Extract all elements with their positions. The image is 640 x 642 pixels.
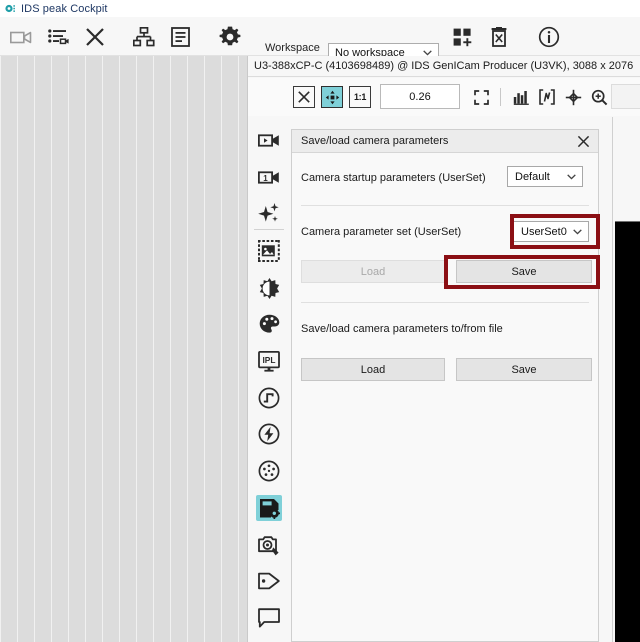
sparkles-icon xyxy=(258,202,280,224)
log-icon[interactable] xyxy=(167,25,193,49)
histogram-icon[interactable] xyxy=(510,86,532,108)
parameter-set-label: Camera parameter set (UserSet) xyxy=(301,226,462,238)
dialog-divider-1 xyxy=(301,205,589,206)
one-to-one-button[interactable]: 1:1 xyxy=(349,86,371,108)
dialog-header: Save/load camera parameters xyxy=(292,130,598,153)
sidebar-item-io[interactable] xyxy=(256,458,282,484)
save-to-file-button[interactable]: Save xyxy=(456,358,592,381)
sidebar-item-save-load-parameters[interactable] xyxy=(256,495,282,521)
load-from-file-label: Load xyxy=(360,363,386,376)
sidebar-item-snapshot[interactable] xyxy=(256,532,282,558)
fullscreen-icon[interactable] xyxy=(470,86,492,108)
trigger-step-icon xyxy=(258,387,280,409)
load-userset-button[interactable]: Load xyxy=(301,260,445,283)
sidebar-separator xyxy=(254,229,284,230)
io-connector-icon xyxy=(258,460,280,482)
panel-right-edge xyxy=(612,117,613,642)
svg-text:IPL: IPL xyxy=(262,355,275,365)
sidebar-item-tags[interactable] xyxy=(256,568,282,594)
camera-list-icon[interactable] xyxy=(46,25,72,49)
dialog-divider-2 xyxy=(301,302,589,303)
sidebar-item-trigger[interactable] xyxy=(256,385,282,411)
save-userset-button[interactable]: Save xyxy=(456,260,592,283)
magnifier-icon[interactable] xyxy=(588,86,610,108)
toolbar-separator xyxy=(500,88,501,106)
sidebar-item-acquisition[interactable] xyxy=(256,127,282,153)
zoom-none-icon[interactable] xyxy=(293,86,315,108)
zoom-value-text: 0.26 xyxy=(409,90,431,103)
sidebar-strip: 1 IPL xyxy=(249,117,289,642)
video-play-icon xyxy=(258,133,280,148)
close-camera-icon[interactable] xyxy=(82,25,108,49)
dialog-title: Save/load camera parameters xyxy=(301,135,449,147)
add-workspace-icon[interactable] xyxy=(450,25,476,49)
image-canvas[interactable] xyxy=(0,56,248,642)
sidebar-item-comments[interactable] xyxy=(256,605,282,631)
sidebar-item-roi[interactable] xyxy=(256,238,282,264)
device-tree-icon[interactable] xyxy=(131,25,157,49)
sidebar-item-brightness[interactable] xyxy=(256,275,282,301)
palette-icon xyxy=(259,314,280,334)
file-section-title: Save/load camera parameters to/from file xyxy=(301,323,503,335)
contrast-icon xyxy=(259,277,280,299)
delete-workspace-icon[interactable] xyxy=(486,25,512,49)
camera-info-bar: U3-388xCP-C (4103698489) @ IDS GenICam P… xyxy=(248,56,640,77)
chevron-down-icon xyxy=(573,228,582,235)
save-settings-icon xyxy=(259,498,280,519)
flash-icon xyxy=(258,423,280,445)
camera-snapshot-icon xyxy=(258,535,280,556)
comment-icon xyxy=(258,608,280,628)
load-userset-label: Load xyxy=(360,265,386,278)
chevron-down-icon xyxy=(567,173,576,180)
settings-gear-icon[interactable] xyxy=(217,25,243,49)
one-to-one-label: 1:1 xyxy=(353,92,367,102)
info-icon[interactable] xyxy=(536,25,562,49)
load-from-file-button[interactable]: Load xyxy=(301,358,445,381)
main-toolbar: Workspace No workspace xyxy=(0,17,640,63)
save-userset-label: Save xyxy=(511,265,537,278)
title-bar: IDS peak Cockpit xyxy=(0,0,640,17)
image-roi-icon xyxy=(258,240,280,262)
sidebar-item-single-frame[interactable]: 1 xyxy=(256,164,282,190)
line-profile-icon[interactable] xyxy=(536,86,558,108)
preview-black-region xyxy=(615,221,640,642)
startup-parameters-select[interactable]: Default xyxy=(507,166,583,187)
sidebar-item-color[interactable] xyxy=(256,311,282,337)
workspace-label: Workspace xyxy=(265,42,320,54)
save-to-file-label: Save xyxy=(511,363,537,376)
camera-info-text: U3-388xCP-C (4103698489) @ IDS GenICam P… xyxy=(254,60,634,72)
startup-parameters-label: Camera startup parameters (UserSet) xyxy=(301,172,486,184)
counter-input[interactable]: 1 xyxy=(611,84,640,109)
fit-to-window-icon[interactable] xyxy=(321,86,343,108)
tag-icon xyxy=(258,572,280,590)
parameter-set-select[interactable]: UserSet0 xyxy=(513,221,589,242)
startup-parameters-value: Default xyxy=(515,170,550,183)
app-window: IDS peak Cockpit Workspace No workspace … xyxy=(0,0,640,642)
view-toolbar: 1:1 0.26 xyxy=(248,78,640,116)
video-single-frame-icon: 1 xyxy=(258,170,280,185)
ids-logo-icon xyxy=(5,3,16,14)
ipl-icon: IPL xyxy=(258,350,280,372)
zoom-value-input[interactable]: 0.26 xyxy=(380,84,460,109)
parameter-set-value: UserSet0 xyxy=(521,225,567,238)
sidebar-item-flash[interactable] xyxy=(256,421,282,447)
window-title: IDS peak Cockpit xyxy=(21,2,108,15)
sidebar-item-ipl[interactable]: IPL xyxy=(256,348,282,374)
sidebar-item-auto-features[interactable] xyxy=(256,200,282,226)
svg-text:1: 1 xyxy=(263,174,268,183)
save-load-parameters-dialog: Save/load camera parameters Camera start… xyxy=(291,129,599,642)
crosshair-icon[interactable] xyxy=(562,86,584,108)
close-icon[interactable] xyxy=(576,134,591,149)
open-camera-icon[interactable] xyxy=(8,25,34,49)
